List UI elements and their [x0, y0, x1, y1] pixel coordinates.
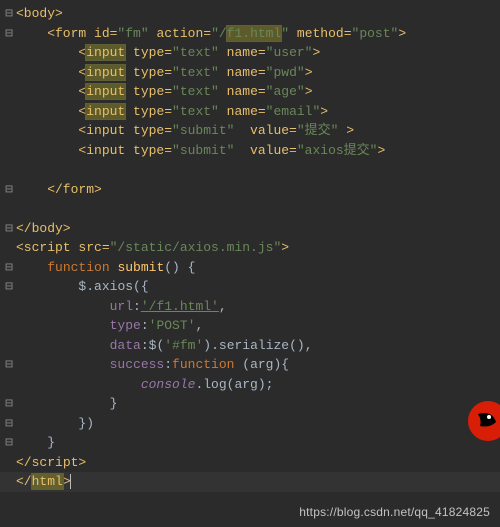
highlight-token: input	[86, 65, 125, 80]
code-line: <script src="/static/axios.min.js">	[0, 238, 500, 258]
code-line: <input type="submit" value="提交" >	[0, 121, 500, 141]
code-line: ⊟ success:function (arg){	[0, 355, 500, 375]
highlight-token: f1.html	[227, 26, 282, 41]
code-line: type:'POST',	[0, 316, 500, 336]
code-line: ⊟ }	[0, 394, 500, 414]
fold-icon[interactable]: ⊟	[2, 4, 16, 24]
code-line: url:'/f1.html',	[0, 297, 500, 317]
code-editor[interactable]: ⊟<body> ⊟ <form id="fm" action="/f1.html…	[0, 0, 500, 496]
code-line: <input type="text" name="user">	[0, 43, 500, 63]
fold-icon[interactable]: ⊟	[2, 180, 16, 200]
code-line: ⊟ <form id="fm" action="/f1.html" method…	[0, 24, 500, 44]
fold-icon[interactable]: ⊟	[2, 219, 16, 239]
fold-icon[interactable]: ⊟	[2, 277, 16, 297]
highlight-token: input	[86, 45, 125, 60]
code-line: <input type="text" name="email">	[0, 102, 500, 122]
fold-icon[interactable]: ⊟	[2, 414, 16, 434]
code-line: ⊟ })	[0, 414, 500, 434]
code-line: <input type="text" name="age">	[0, 82, 500, 102]
highlight-token: input	[86, 104, 125, 119]
code-line: ⊟<body>	[0, 4, 500, 24]
code-line: </script>	[0, 453, 500, 473]
fold-icon[interactable]: ⊟	[2, 394, 16, 414]
code-line	[0, 199, 500, 219]
code-line: ⊟ }	[0, 433, 500, 453]
code-line: ⊟</body>	[0, 219, 500, 239]
csdn-logo-icon	[458, 400, 500, 442]
fold-icon[interactable]: ⊟	[2, 24, 16, 44]
code-line-active: </html>	[0, 472, 500, 492]
code-line: ⊟ $.axios({	[0, 277, 500, 297]
fold-icon[interactable]: ⊟	[2, 433, 16, 453]
code-line: ⊟ </form>	[0, 180, 500, 200]
highlight-token: input	[86, 84, 125, 99]
code-line: <input type="text" name="pwd">	[0, 63, 500, 83]
code-line: <input type="submit" value="axios提交">	[0, 141, 500, 161]
fold-icon[interactable]: ⊟	[2, 355, 16, 375]
watermark-text: https://blog.csdn.net/qq_41824825	[299, 503, 490, 521]
highlight-token: html	[32, 474, 63, 489]
code-line: console.log(arg);	[0, 375, 500, 395]
fold-icon[interactable]: ⊟	[2, 258, 16, 278]
text-cursor	[70, 474, 71, 489]
code-line: ⊟ function submit() {	[0, 258, 500, 278]
code-line: data:$('#fm').serialize(),	[0, 336, 500, 356]
code-line	[0, 160, 500, 180]
